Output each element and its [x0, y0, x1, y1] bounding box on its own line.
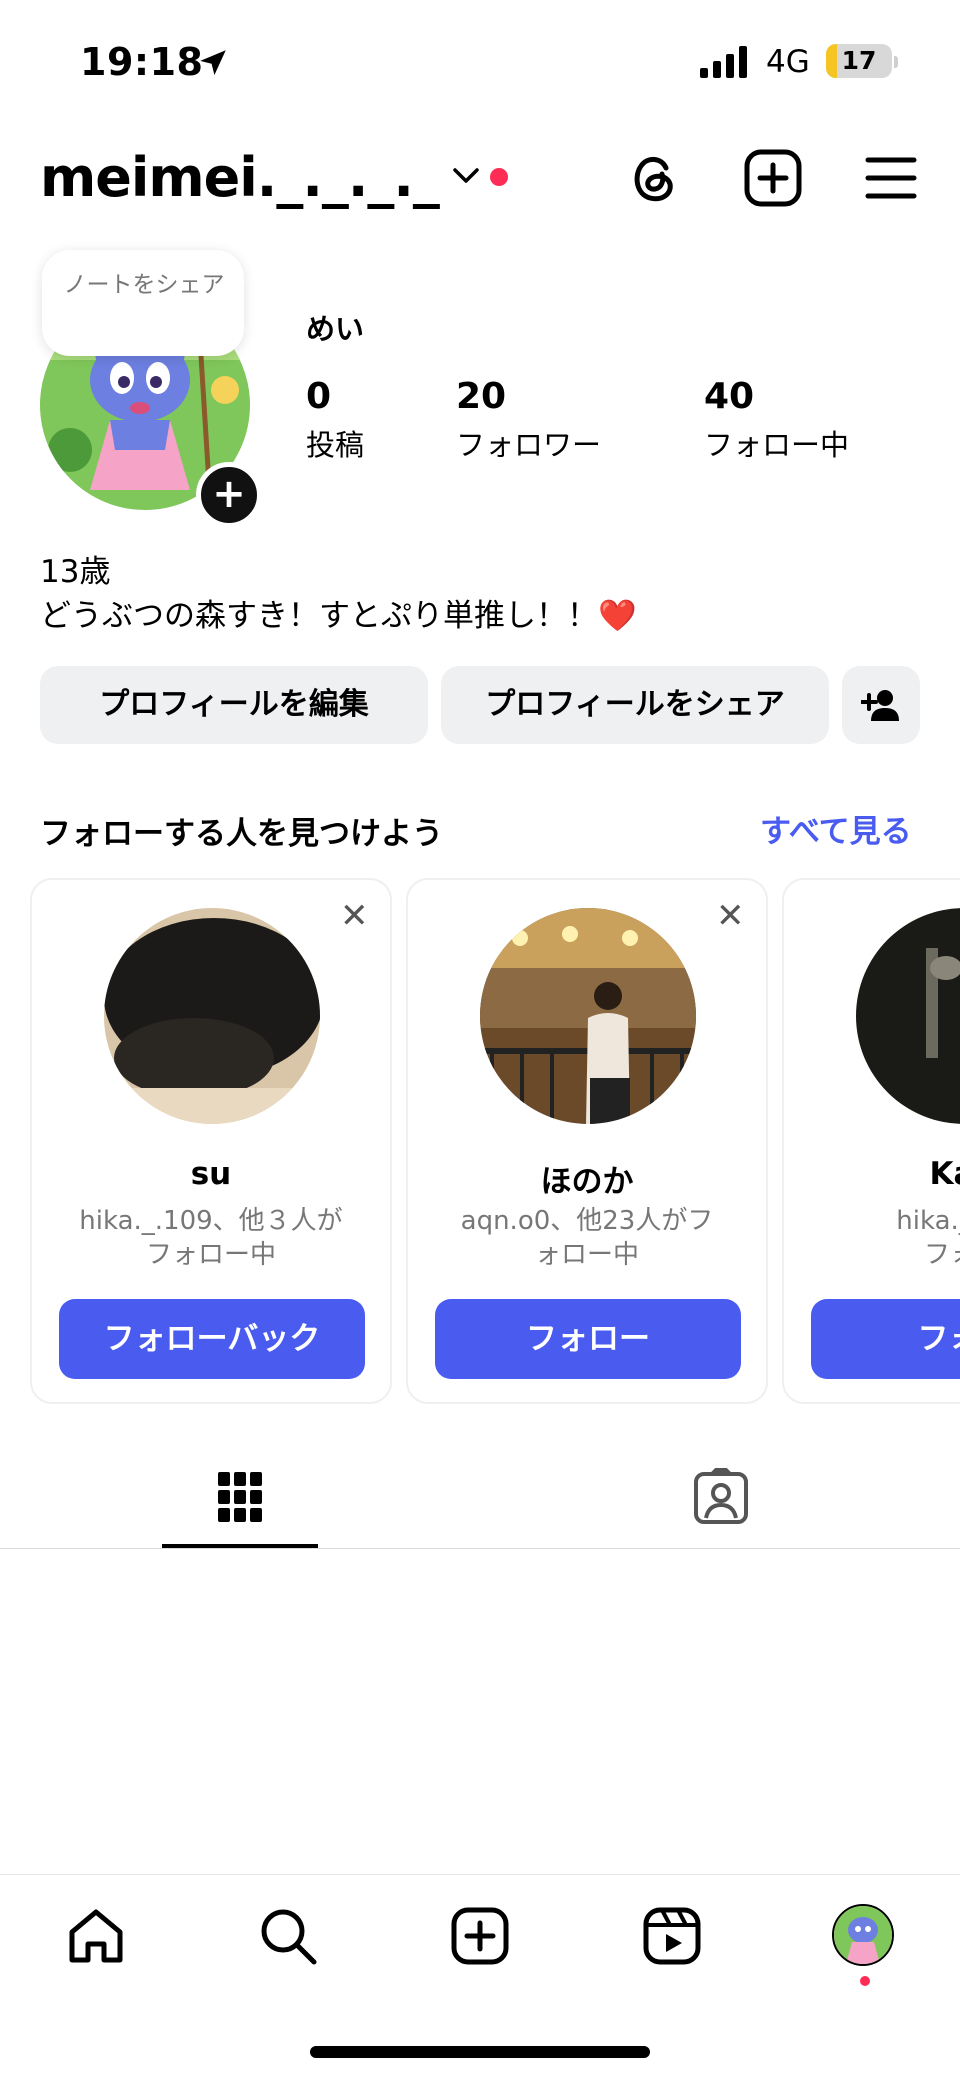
dismiss-close-icon[interactable]: ✕ — [716, 896, 745, 936]
cat-photo — [104, 908, 320, 1124]
suggestion-name[interactable]: su — [30, 1156, 392, 1192]
battery-icon: 17 — [826, 44, 892, 78]
bio-line-interests: どうぶつの森すき！すとぷり単推し！！❤️ — [40, 598, 637, 634]
threads-icon[interactable] — [626, 148, 682, 208]
suggestion-avatar[interactable] — [480, 908, 696, 1124]
home-indicator[interactable] — [310, 2046, 650, 2058]
mutuals-line: ォロー中 — [534, 1240, 639, 1270]
suggestions-title: フォローする人を見つけよう — [40, 816, 443, 852]
bottom-nav-border — [0, 1874, 960, 1875]
posts-count[interactable]: 0 — [306, 376, 331, 417]
mutuals-line: フォロ — [923, 1240, 960, 1270]
menu-icon[interactable] — [865, 148, 917, 208]
follow-button[interactable]: フォロー — [435, 1299, 741, 1379]
avatar-thumbnail — [834, 1906, 892, 1964]
location-arrow-icon — [200, 50, 226, 76]
posts-label[interactable]: 投稿 — [306, 422, 364, 464]
notification-dot — [490, 168, 508, 186]
create-post-icon[interactable] — [743, 148, 803, 208]
following-count[interactable]: 40 — [704, 376, 754, 417]
mutuals-line: フォロー中 — [145, 1240, 276, 1270]
mutuals-line: hika._.109、他３人が — [79, 1206, 343, 1236]
status-time: 19:18 — [80, 40, 204, 84]
chevron-down-icon[interactable] — [452, 166, 480, 186]
profile-avatar-tab[interactable] — [832, 1904, 894, 1966]
suggestion-card-clip: Kan hika._.109 フォロ フォロ — [782, 870, 960, 1410]
suggestion-avatar[interactable] — [104, 908, 320, 1124]
edit-profile-button[interactable]: プロフィールを編集 — [40, 666, 428, 744]
tagged-icon[interactable] — [692, 1468, 750, 1526]
mutuals-line: aqn.o0、他23人がフ — [460, 1206, 714, 1236]
followers-count[interactable]: 20 — [456, 376, 506, 417]
battery-percent: 17 — [841, 46, 877, 75]
see-all-link[interactable]: すべて見る — [760, 806, 912, 851]
display-name: めい — [306, 312, 365, 346]
add-story-button[interactable]: + — [196, 462, 262, 528]
discover-people-button[interactable] — [842, 666, 920, 744]
grid-icon[interactable] — [216, 1470, 264, 1524]
suggestion-mutuals: hika._.109 フォロ — [793, 1204, 960, 1272]
battery-cap — [894, 56, 898, 68]
suggestion-name[interactable]: Kan — [782, 1156, 960, 1192]
create-icon[interactable] — [450, 1906, 510, 1966]
suggestion-mutuals: hika._.109、他３人が フォロー中 — [41, 1204, 381, 1272]
followers-label[interactable]: フォロワー — [456, 422, 601, 464]
follow-button[interactable]: フォロ — [811, 1299, 960, 1379]
cellular-signal-icon — [700, 46, 747, 78]
mutuals-line: hika._.109 — [896, 1206, 960, 1236]
add-person-icon — [860, 690, 899, 721]
search-icon[interactable] — [258, 1906, 318, 1966]
note-bubble[interactable] — [42, 250, 244, 356]
reels-icon[interactable] — [642, 1906, 702, 1966]
dismiss-close-icon[interactable]: ✕ — [340, 896, 369, 936]
suggestion-name[interactable]: ほのか — [406, 1156, 768, 1201]
share-profile-button[interactable]: プロフィールをシェア — [441, 666, 829, 744]
profile-notification-dot — [860, 1976, 870, 1986]
account-username[interactable]: meimei._._._._ — [40, 146, 440, 209]
bio: 13歳 どうぶつの森すき！すとぷり単推し！！❤️ — [40, 550, 637, 638]
tab-divider — [0, 1548, 960, 1549]
network-type: 4G — [766, 44, 810, 80]
note-placeholder[interactable]: ノートをシェア — [56, 270, 232, 300]
suggestion-mutuals: aqn.o0、他23人がフ ォロー中 — [417, 1204, 757, 1272]
home-icon[interactable] — [66, 1906, 126, 1966]
carousel-photo — [480, 908, 696, 1124]
following-label[interactable]: フォロー中 — [704, 422, 849, 464]
bio-line-age: 13歳 — [40, 554, 111, 590]
follow-back-button[interactable]: フォローバック — [59, 1299, 365, 1379]
